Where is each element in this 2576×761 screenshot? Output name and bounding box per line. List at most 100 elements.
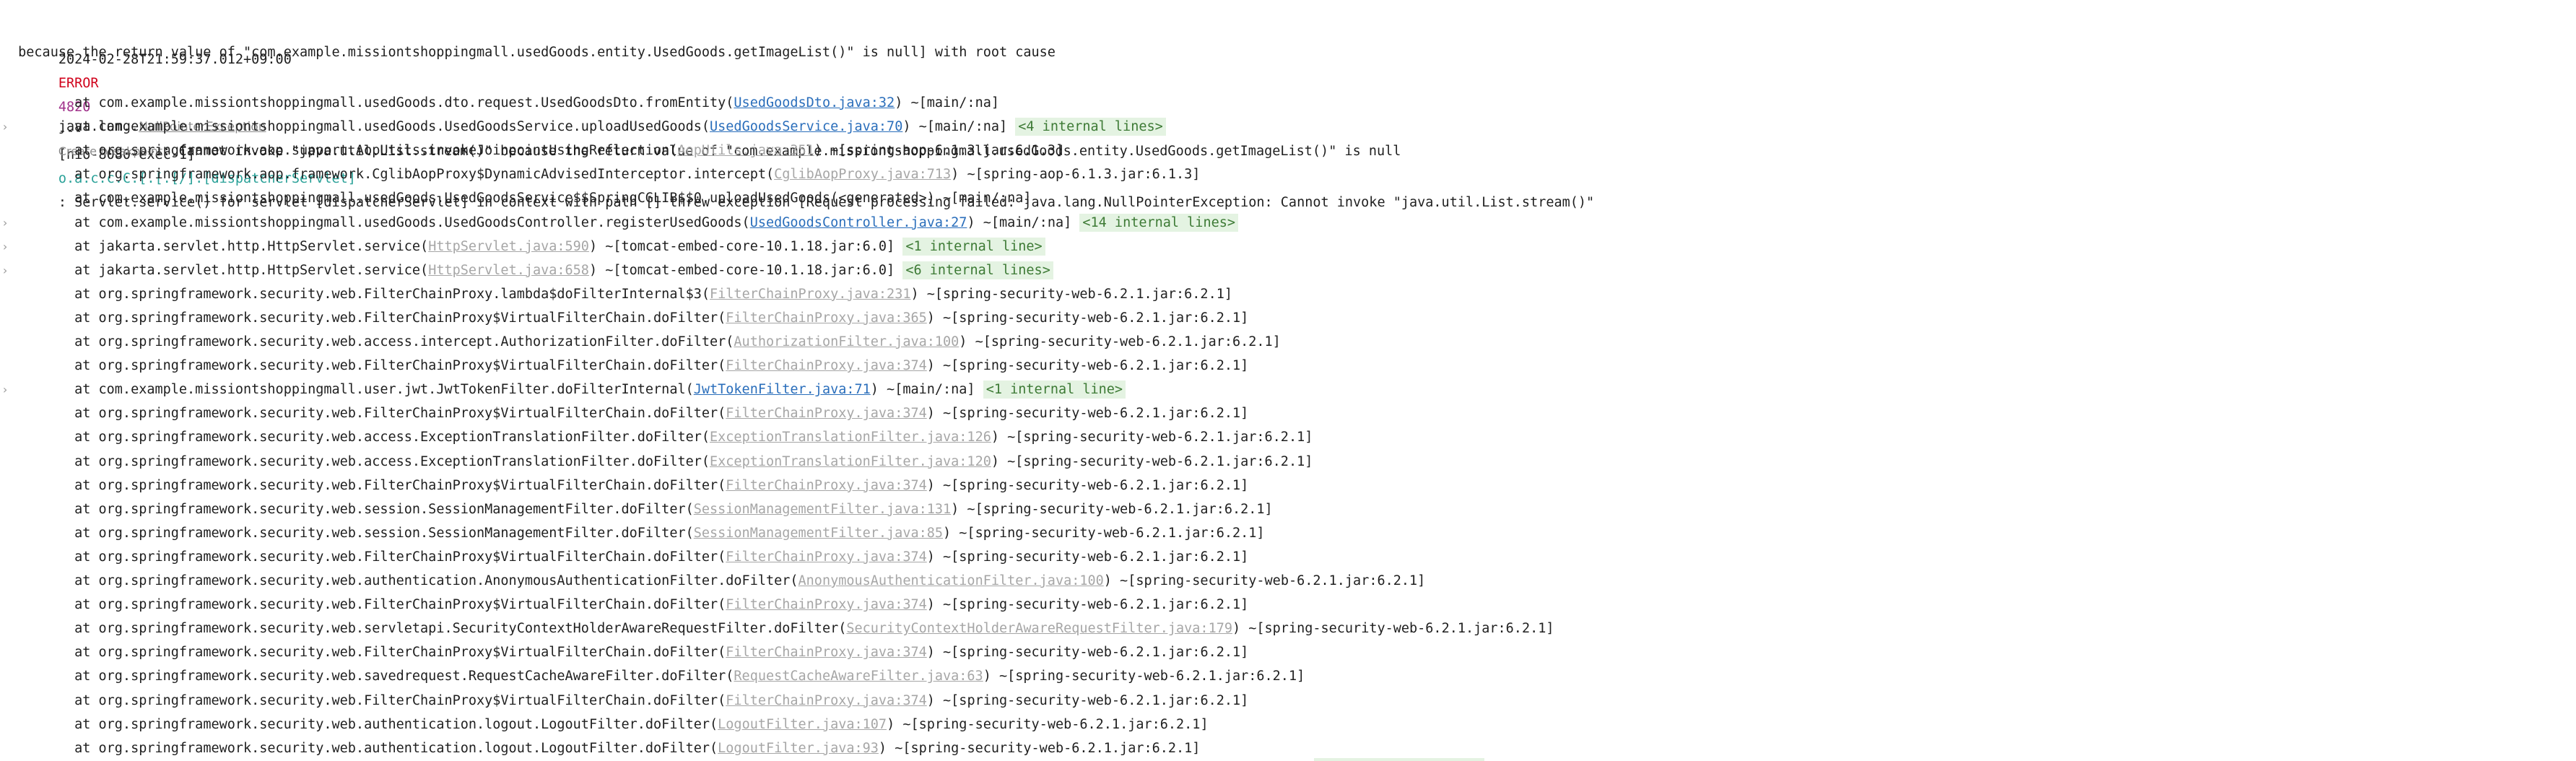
log-header-continuation: because the return value of "com.example…	[0, 17, 2576, 60]
frame-artifact: ) ~[spring-security-web-6.2.1.jar:6.2.1]	[926, 549, 1249, 565]
frame-artifact: ) ~[spring-security-web-6.2.1.jar:6.2.1]	[926, 406, 1249, 422]
frame-method: at org.springframework.security.web.Filt…	[10, 477, 726, 493]
frame-method: at org.springframework.security.web.acce…	[10, 453, 710, 469]
frame-artifact: ) ~[main/:na]	[902, 119, 1016, 135]
chevron-right-icon[interactable]: ›	[0, 378, 10, 401]
stack-frame-row: › at jakarta.servlet.http.HttpServlet.se…	[0, 258, 2576, 282]
stack-frame-row: at org.springframework.security.web.acce…	[0, 425, 2576, 449]
stack-frame-row: at org.springframework.security.web.auth…	[0, 713, 2576, 736]
stack-frame-row: at org.springframework.security.web.acce…	[0, 330, 2576, 354]
source-file-link[interactable]: FilterChainProxy.java:374	[726, 358, 926, 373]
console-output: 2024-02-28T21:59:37.012+09:00 ERROR 4820…	[0, 0, 2576, 761]
stack-frame-row: at org.springframework.security.web.Filt…	[0, 593, 2576, 617]
frame-method: at org.springframework.security.web.acce…	[10, 334, 734, 349]
source-file-link[interactable]: LogoutFilter.java:107	[718, 717, 887, 732]
source-file-link[interactable]: UsedGoodsDto.java:32	[734, 95, 895, 110]
stack-frame-row: at org.springframework.security.web.sess…	[0, 521, 2576, 545]
source-file-link[interactable]: FilterChainProxy.java:231	[710, 287, 910, 302]
source-file-link[interactable]: SessionManagementFilter.java:131	[694, 502, 951, 517]
chevron-right-icon[interactable]: ›	[0, 235, 10, 258]
source-file-link[interactable]: UsedGoodsController.java:27	[750, 215, 967, 230]
stack-frame-row: at org.springframework.security.web.save…	[0, 664, 2576, 688]
frame-method: at com.example.missiontshoppingmall.used…	[10, 119, 710, 135]
frame-artifact: ) ~[tomcat-embed-core-10.1.18.jar:6.0]	[588, 262, 903, 278]
source-file-link[interactable]: FilterChainProxy.java:374	[726, 693, 926, 708]
frame-method: at org.springframework.security.web.Filt…	[10, 406, 726, 422]
stack-frame-row: › at jakarta.servlet.http.HttpServlet.se…	[0, 235, 2576, 258]
frame-method: at org.springframework.security.web.acce…	[10, 430, 710, 445]
frame-method: at org.springframework.security.web.Filt…	[10, 286, 710, 302]
internal-lines-fold[interactable]: <1 internal line>	[902, 237, 1045, 256]
stack-frame-row: at org.springframework.security.web.Filt…	[0, 401, 2576, 425]
frame-artifact: ) ~[spring-security-web-6.2.1.jar:6.2.1]	[951, 501, 1273, 517]
source-file-link[interactable]: ExceptionTranslationFilter.java:126	[710, 430, 991, 445]
frame-artifact: ) ~[spring-security-web-6.2.1.jar:6.2.1]	[926, 358, 1249, 374]
frame-artifact: ) ~[spring-security-web-6.2.1.jar:6.2.1]	[926, 597, 1249, 613]
log-message-continuation: because the return value of "com.example…	[10, 45, 1056, 60]
source-file-link[interactable]: UsedGoodsService.java:70	[710, 119, 902, 134]
source-file-link[interactable]: FilterChainProxy.java:374	[726, 478, 926, 493]
internal-lines-fold[interactable]: <1 internal line>	[983, 380, 1126, 399]
frame-method: at org.springframework.aop.support.AopUt…	[10, 143, 678, 159]
stack-frame-row: at com.example.missiontshoppingmall.used…	[0, 186, 2576, 210]
source-file-link[interactable]: CglibAopProxy.java:713	[774, 167, 951, 182]
internal-lines-fold[interactable]: <14 internal lines>	[1079, 213, 1238, 232]
stack-frame-row: at org.springframework.security.web.Filt…	[0, 640, 2576, 664]
source-file-link[interactable]: AnonymousAuthenticationFilter.java:100	[799, 573, 1104, 588]
frame-method: at org.springframework.security.web.save…	[10, 669, 734, 684]
frame-artifact: ) ~[spring-security-web-6.2.1.jar:6.2.1]	[926, 645, 1249, 661]
source-file-link[interactable]: AuthorizationFilter.java:100	[734, 334, 959, 349]
source-file-link[interactable]: AopUtils.java:351	[677, 143, 814, 158]
source-file-link[interactable]: LogoutFilter.java:93	[718, 741, 879, 756]
frame-artifact: ) ~[spring-security-web-6.2.1.jar:6.2.1]	[926, 310, 1249, 326]
frame-artifact: ) ~[spring-security-web-6.2.1.jar:6.2.1]	[926, 692, 1249, 708]
frame-artifact: ) ~[main/:na]	[967, 214, 1080, 230]
source-file-link[interactable]: FilterChainProxy.java:365	[726, 310, 926, 326]
frame-method: at org.springframework.aop.framework.Cgl…	[10, 167, 775, 183]
stack-frame-row: at org.springframework.security.web.auth…	[0, 736, 2576, 760]
frame-method: at com.example.missiontshoppingmall.used…	[10, 214, 750, 230]
frame-method: at com.example.missiontshoppingmall.used…	[10, 95, 734, 110]
stack-frame-row: at com.example.missiontshoppingmall.used…	[0, 91, 2576, 115]
source-file-link[interactable]: FilterChainProxy.java:374	[726, 597, 926, 612]
chevron-right-icon[interactable]: ›	[0, 115, 10, 139]
source-file-link[interactable]: RequestCacheAwareFilter.java:63	[734, 669, 983, 684]
frame-artifact: ) ~[spring-security-web-6.2.1.jar:6.2.1]	[878, 740, 1201, 756]
stack-frame-row: at org.springframework.security.web.Filt…	[0, 474, 2576, 497]
frame-artifact: ) ~[tomcat-embed-core-10.1.18.jar:6.0]	[588, 238, 903, 254]
source-file-link[interactable]: SecurityContextHolderAwareRequestFilter.…	[846, 621, 1232, 636]
stack-frame-row: › at com.example.missiontshoppingmall.us…	[0, 115, 2576, 139]
frame-method: at com.example.missiontshoppingmall.user…	[10, 382, 694, 398]
source-file-link[interactable]: JwtTokenFilter.java:71	[694, 382, 871, 397]
chevron-right-icon[interactable]: ›	[0, 211, 10, 235]
stack-frame-row: at org.springframework.aop.support.AopUt…	[0, 139, 2576, 162]
stack-frame-row: at org.springframework.security.web.auth…	[0, 569, 2576, 593]
frame-artifact: ) ~[spring-aop-6.1.3.jar:6.1.3]	[951, 167, 1201, 183]
frame-method: at org.springframework.security.web.Filt…	[10, 692, 726, 708]
stack-frame-row: at org.springframework.security.web.Filt…	[0, 306, 2576, 330]
frame-artifact: ) ~[spring-aop-6.1.3.jar:6.1.3]	[814, 143, 1064, 159]
frame-artifact: ) ~[spring-security-web-6.2.1.jar:6.2.1]	[887, 716, 1209, 732]
source-file-link[interactable]: FilterChainProxy.java:374	[726, 549, 926, 565]
stack-frame-row: › at com.example.missiontshoppingmall.us…	[0, 211, 2576, 235]
source-file-link[interactable]: FilterChainProxy.java:374	[726, 645, 926, 660]
frame-artifact: ) ~[main/:na]	[870, 382, 983, 398]
internal-lines-fold[interactable]: <4 internal lines>	[1015, 118, 1166, 136]
frame-artifact: ) ~[spring-security-web-6.2.1.jar:6.2.1]	[1232, 621, 1554, 637]
stack-frame-row: at org.springframework.security.web.sess…	[0, 497, 2576, 521]
source-file-link[interactable]: HttpServlet.java:590	[428, 239, 589, 254]
source-file-link[interactable]: ExceptionTranslationFilter.java:120	[710, 454, 991, 469]
frame-method: at org.springframework.security.web.auth…	[10, 716, 718, 732]
source-file-link[interactable]: FilterChainProxy.java:374	[726, 406, 926, 421]
internal-lines-fold[interactable]: <6 internal lines>	[902, 261, 1053, 279]
chevron-right-icon[interactable]: ›	[0, 258, 10, 282]
stack-frame-row: at org.springframework.security.web.Filt…	[0, 689, 2576, 713]
stack-frame-row: at org.springframework.security.web.Filt…	[0, 545, 2576, 569]
frame-method: at org.springframework.security.web.sess…	[10, 501, 694, 517]
source-file-link[interactable]: SessionManagementFilter.java:85	[694, 526, 943, 541]
source-file-link[interactable]: HttpServlet.java:658	[428, 263, 589, 278]
frame-method: at org.springframework.security.web.serv…	[10, 621, 847, 637]
frame-method: at org.springframework.security.web.Filt…	[10, 549, 726, 565]
stack-frame-row: at org.springframework.security.web.acce…	[0, 450, 2576, 474]
frame-method: at com.example.missiontshoppingmall.used…	[10, 191, 1032, 206]
